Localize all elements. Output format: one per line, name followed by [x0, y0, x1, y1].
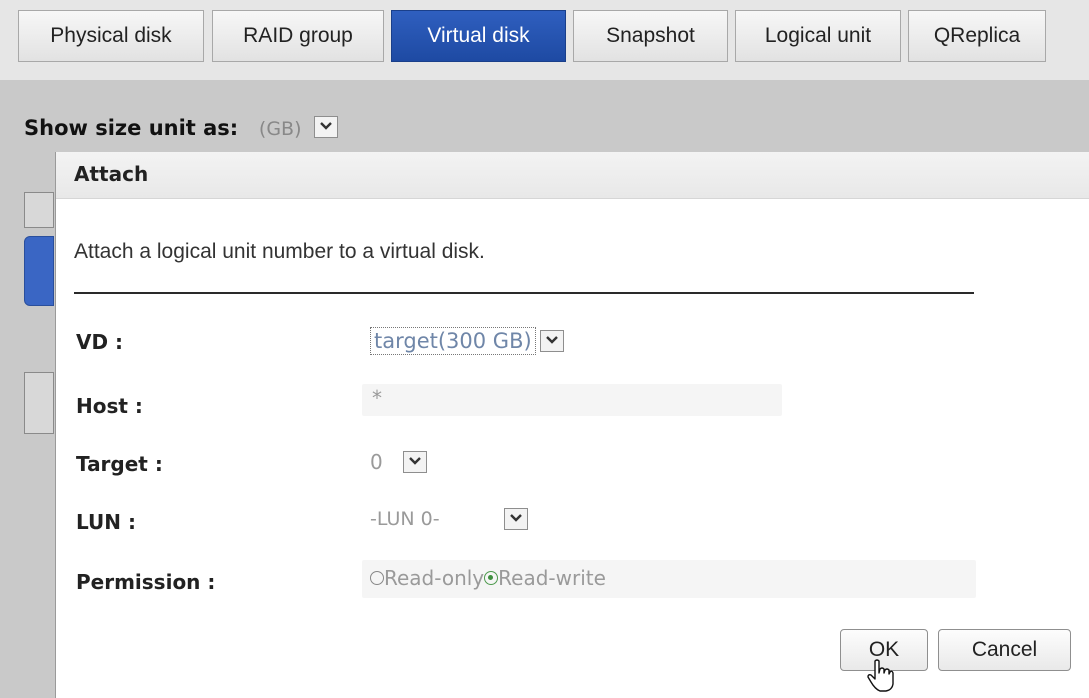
tab-virtual-disk[interactable]: Virtual disk [391, 10, 566, 62]
lun-label: LUN : [76, 510, 136, 534]
size-unit-dropdown[interactable] [314, 116, 339, 138]
lun-dropdown-arrow[interactable] [503, 508, 528, 530]
tab-logical-unit[interactable]: Logical unit [735, 10, 901, 62]
size-unit-label: Show size unit as: [24, 116, 239, 140]
chevron-down-icon [408, 457, 421, 465]
vd-label: VD : [76, 330, 124, 354]
target-value: 0 [370, 450, 383, 474]
target-label: Target : [76, 452, 163, 476]
target-dropdown-arrow[interactable] [402, 451, 427, 473]
vd-dropdown-arrow[interactable] [539, 330, 564, 352]
chevron-down-icon [545, 336, 558, 344]
chevron-down-icon [509, 514, 522, 522]
radio-read-only[interactable] [370, 570, 384, 585]
hand-cursor-icon [867, 659, 894, 692]
lun-select[interactable]: -LUN 0- [370, 508, 528, 530]
tab-physical-disk[interactable]: Physical disk [18, 10, 204, 62]
permission-label: Permission : [76, 570, 216, 594]
tab-snapshot[interactable]: Snapshot [573, 10, 728, 62]
lun-value: -LUN 0- [370, 508, 440, 530]
vd-select[interactable]: target(300 GB) [370, 326, 564, 356]
tab-qreplica[interactable]: QReplica [908, 10, 1046, 62]
host-input[interactable] [362, 384, 782, 416]
read-write-label: Read-write [498, 566, 606, 590]
host-value: * [372, 386, 382, 410]
background-button [24, 192, 54, 228]
size-unit-value[interactable]: (GB) [259, 118, 302, 140]
permission-options: Read-only Read-write [370, 566, 606, 590]
target-select[interactable]: 0 [370, 450, 427, 474]
size-unit-row: Show size unit as: (GB) [24, 116, 339, 142]
dialog-description: Attach a logical unit number to a virtua… [74, 240, 485, 263]
cancel-button[interactable]: Cancel [938, 629, 1071, 671]
read-only-label: Read-only [384, 566, 485, 590]
attach-dialog: Attach Attach a logical unit number to a… [56, 152, 1089, 698]
chevron-down-icon [320, 122, 333, 130]
vd-select-value: target(300 GB) [370, 327, 536, 355]
background-selected-row [24, 236, 54, 306]
dialog-title: Attach [56, 152, 1089, 199]
tab-bar: Physical disk RAID group Virtual disk Sn… [0, 0, 1089, 80]
radio-read-write[interactable] [484, 570, 499, 585]
host-label: Host : [76, 394, 143, 418]
tab-raid-group[interactable]: RAID group [212, 10, 384, 62]
background-button [24, 372, 54, 434]
divider [74, 292, 974, 294]
